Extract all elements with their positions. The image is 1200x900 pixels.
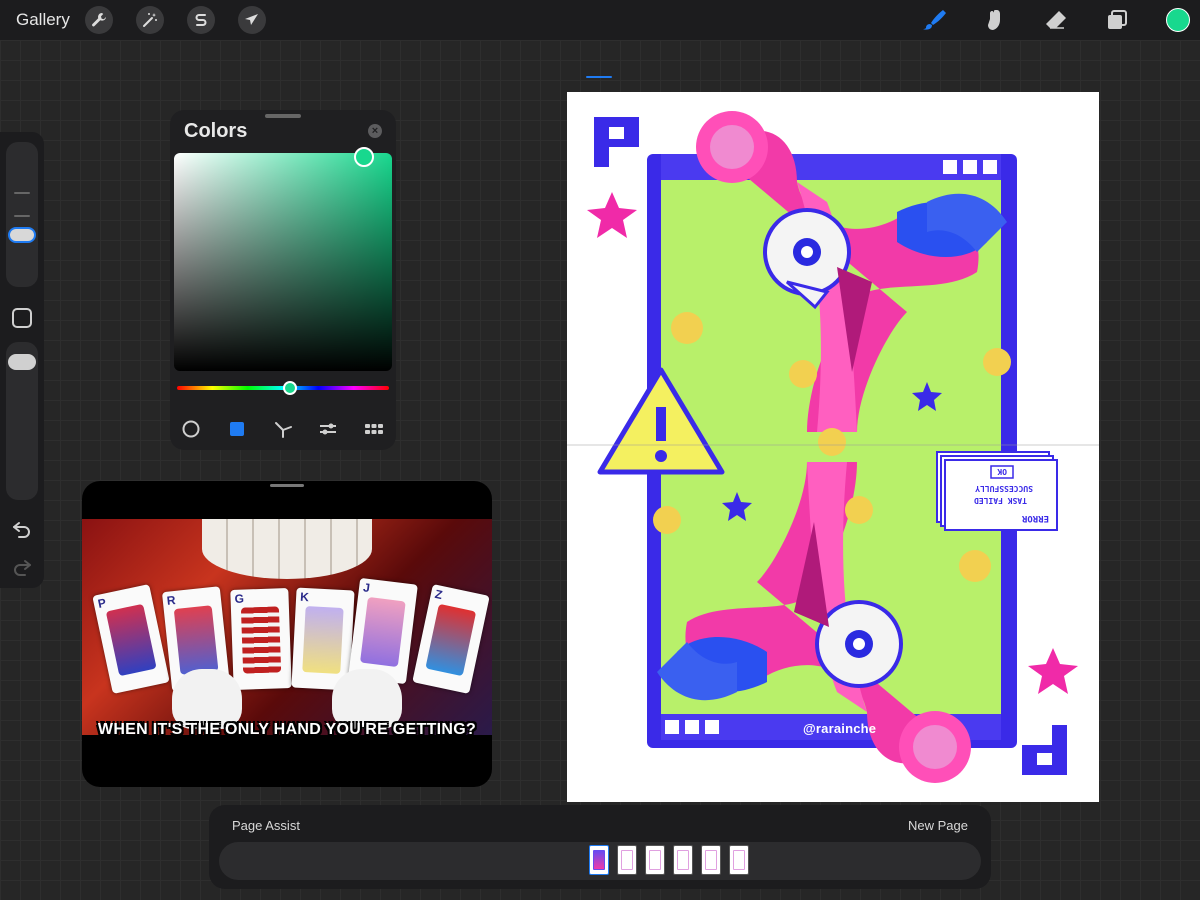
drawing-canvas[interactable]: ERROR TASK FAILED SUCCESSFULLY OK @rarai…: [567, 92, 1099, 802]
colors-title: Colors: [184, 120, 248, 142]
reference-glove-right: [332, 669, 402, 729]
page-assist-title: Page Assist: [232, 818, 300, 833]
transform-arrow-icon[interactable]: [238, 6, 266, 34]
reference-card: P: [92, 584, 170, 694]
undo-icon[interactable]: [10, 516, 34, 540]
page-thumbnail-1[interactable]: [589, 845, 609, 875]
current-color-swatch[interactable]: [1166, 8, 1190, 32]
svg-text:TASK FAILED: TASK FAILED: [974, 496, 1027, 505]
active-page-indicator: [586, 76, 612, 78]
reference-card: G: [230, 588, 292, 690]
page-thumbnail-3[interactable]: [645, 845, 665, 875]
brush-size-handle[interactable]: [8, 227, 36, 243]
wrench-icon[interactable]: [85, 6, 113, 34]
page-thumbnail-4[interactable]: [673, 845, 693, 875]
page-thumbnail-6[interactable]: [729, 845, 749, 875]
brush-icon[interactable]: [920, 6, 948, 34]
artist-watermark: @rarainche: [803, 721, 877, 736]
reference-caption: WHEN IT'S THE ONLY HAND YOU'RE GETTING?: [97, 721, 477, 738]
left-sidebar: [0, 132, 44, 588]
selection-s-icon[interactable]: [187, 6, 215, 34]
reference-teeth-graphic: [202, 519, 372, 579]
hue-slider-knob[interactable]: [283, 381, 297, 395]
modify-square-button[interactable]: [12, 308, 32, 328]
reference-grabber[interactable]: [270, 484, 304, 487]
reference-frame-image: P R G K J Z: [82, 519, 492, 735]
panel-grabber[interactable]: [265, 114, 301, 118]
classic-square-icon[interactable]: [226, 418, 248, 440]
svg-text:OK: OK: [997, 467, 1007, 476]
reference-video-window[interactable]: P R G K J Z WHEN IT'S THE ONLY HAND YOU'…: [82, 481, 492, 787]
magic-wand-icon[interactable]: [136, 6, 164, 34]
page-thumbnail-5[interactable]: [701, 845, 721, 875]
layers-icon[interactable]: [1103, 6, 1131, 34]
eraser-icon[interactable]: [1042, 6, 1070, 34]
smudge-icon[interactable]: [980, 6, 1008, 34]
colors-panel: Colors ×: [170, 110, 396, 450]
reference-glove-left: [172, 669, 242, 729]
close-icon[interactable]: ×: [368, 124, 382, 138]
redo-icon[interactable]: [10, 554, 34, 578]
slider-tick: [14, 192, 30, 194]
palettes-grid-icon[interactable]: [363, 418, 385, 440]
new-page-button[interactable]: New Page: [908, 818, 968, 833]
disc-icon[interactable]: [180, 418, 202, 440]
reference-card: Z: [412, 584, 490, 694]
top-toolbar: Gallery: [0, 0, 1200, 40]
svg-text:ERROR: ERROR: [1021, 513, 1049, 523]
page-assist-bar: Page Assist New Page: [209, 805, 991, 889]
harmony-icon[interactable]: [272, 418, 294, 440]
opacity-handle[interactable]: [8, 354, 36, 370]
page-thumbnail-2[interactable]: [617, 845, 637, 875]
gallery-button[interactable]: Gallery: [16, 10, 70, 30]
color-square[interactable]: [174, 153, 392, 371]
value-sliders-icon[interactable]: [317, 418, 339, 440]
svg-text:SUCCESSFULLY: SUCCESSFULLY: [975, 484, 1033, 493]
slider-tick: [14, 215, 30, 217]
color-square-knob[interactable]: [354, 147, 374, 167]
artwork-illustration: ERROR TASK FAILED SUCCESSFULLY OK: [567, 111, 1099, 783]
